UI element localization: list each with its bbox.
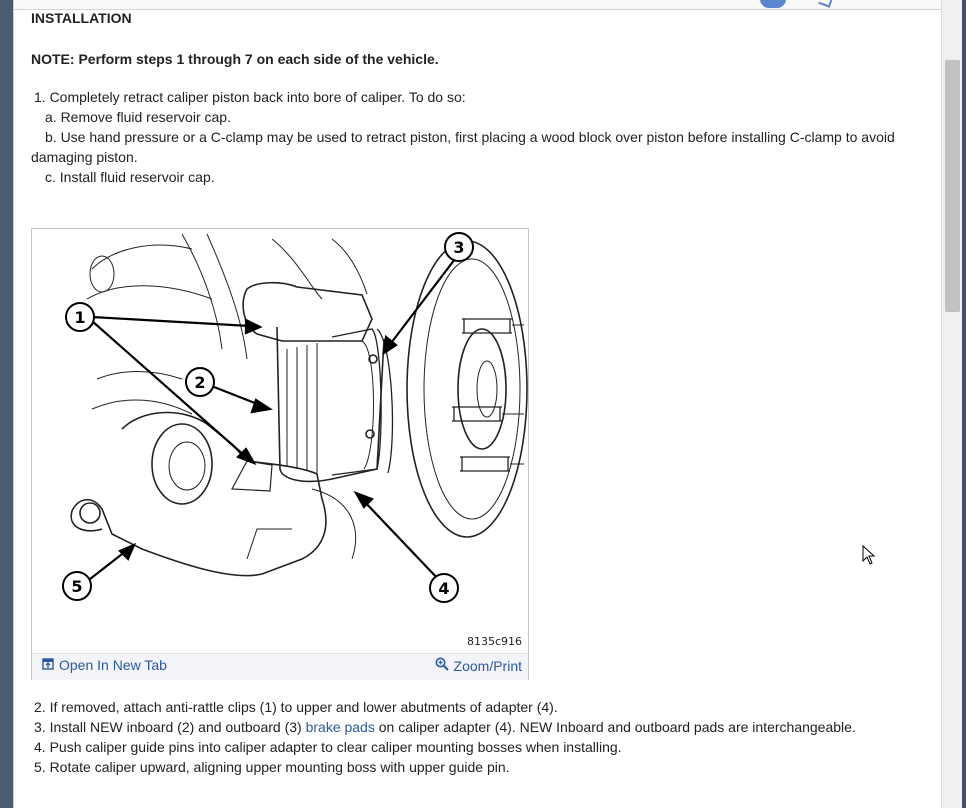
document-content: INSTALLATION NOTE: Perform steps 1 throu…: [31, 8, 911, 187]
step-1b-continued: damaging piston.: [31, 149, 138, 165]
callout-2: 2: [194, 373, 205, 392]
step-3: 3. Install NEW inboard (2) and outboard …: [31, 717, 911, 737]
zoom-print-link[interactable]: Zoom/Print: [435, 657, 522, 674]
scrollbar-thumb[interactable]: [945, 60, 960, 312]
zoom-print-label: Zoom/Print: [453, 657, 522, 674]
brake-pads-link[interactable]: brake pads: [306, 719, 375, 735]
callout-4: 4: [438, 579, 449, 598]
step-1a: a. Remove fluid reservoir cap.: [45, 109, 231, 125]
step-1c: c. Install fluid reservoir cap.: [45, 169, 215, 185]
magnifier-icon: [435, 657, 449, 674]
steps-after-figure: 2. If removed, attach anti-rattle clips …: [31, 697, 911, 777]
mouse-pointer-icon: [862, 545, 876, 565]
step-1b: b. Use hand pressure or a C-clamp may be…: [45, 129, 895, 145]
figure-code: 8135c916: [466, 635, 522, 648]
open-in-new-tab-label: Open In New Tab: [59, 657, 167, 673]
step-5: 5. Rotate caliper upward, aligning upper…: [34, 759, 510, 775]
open-in-new-tab-link[interactable]: Open In New Tab: [42, 657, 167, 673]
vertical-scrollbar[interactable]: [941, 0, 963, 808]
step-4: 4. Push caliper guide pins into caliper …: [34, 739, 622, 755]
step-2: 2. If removed, attach anti-rattle clips …: [34, 699, 558, 715]
step-1: 1. Completely retract caliper piston bac…: [34, 89, 466, 105]
brake-assembly-illustration[interactable]: 1 2 3 4 5: [32, 229, 528, 649]
callout-1: 1: [74, 308, 85, 327]
steps-before-figure: 1. Completely retract caliper piston bac…: [31, 87, 911, 187]
toolbar-circle-icon[interactable]: [760, 0, 786, 8]
callout-5: 5: [71, 577, 82, 596]
window-left-edge: [0, 0, 13, 808]
toolbar-chevron-icon[interactable]: [818, 0, 834, 8]
external-open-icon: [42, 657, 54, 673]
window-right-edge: [962, 0, 966, 808]
brake-caliper-figure: 1 2 3 4 5 8135c916 Open In New Tab Zoom/…: [31, 228, 529, 680]
step-3-text-start: 3. Install NEW inboard (2) and outboard …: [34, 719, 306, 735]
section-heading: INSTALLATION: [31, 10, 132, 26]
step-3-text-end: on caliper adapter (4). NEW Inboard and …: [374, 719, 856, 735]
note-text: NOTE: Perform steps 1 through 7 on each …: [31, 51, 439, 67]
callout-3: 3: [453, 238, 464, 257]
figure-action-bar: Open In New Tab Zoom/Print: [32, 653, 528, 680]
